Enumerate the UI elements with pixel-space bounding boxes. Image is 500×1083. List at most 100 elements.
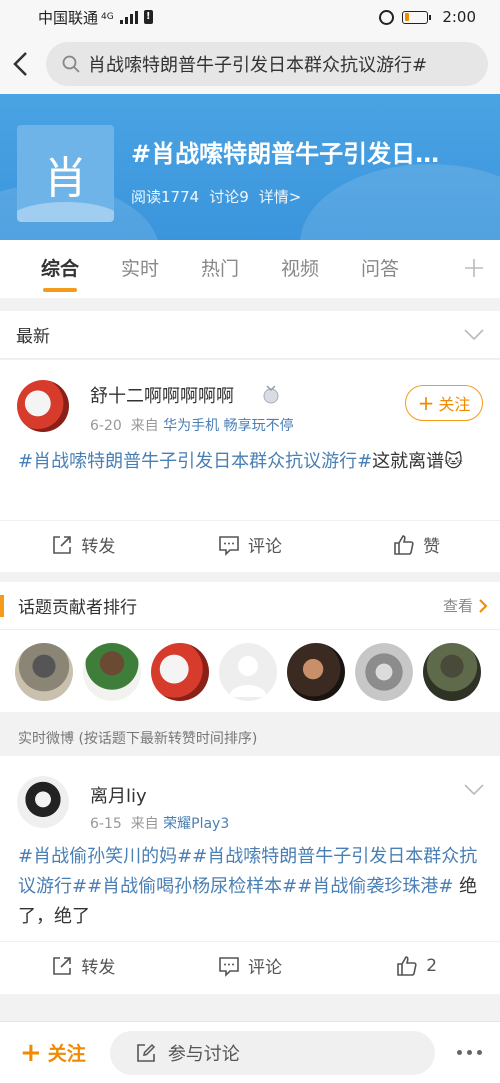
post-username[interactable]: 舒十二啊啊啊啊啊 (90, 382, 234, 408)
chevron-right-icon (479, 598, 488, 613)
follow-button[interactable]: + 关注 (405, 385, 483, 421)
carrier-label: 中国联通 (38, 8, 99, 27)
back-button[interactable] (0, 34, 40, 94)
post-date: 6-15 (90, 816, 122, 832)
tab-qa[interactable]: 问答 (340, 240, 420, 298)
cat-emoji-icon: 🐱 (444, 451, 463, 472)
contributor-avatar-3[interactable] (151, 643, 209, 701)
contributor-avatar-4[interactable] (219, 643, 277, 701)
plus-icon: + (20, 1037, 42, 1068)
post-hashtags[interactable]: #肖战偷孙笑川的妈##肖战嗦特朗普牛子引发日本群众抗议游行##肖战偷喝孙杨尿检样… (18, 846, 477, 897)
thumbs-up-icon (397, 955, 417, 976)
plus-icon: + (417, 391, 435, 415)
follow-topic-label: 关注 (47, 1043, 86, 1065)
edit-icon (137, 1043, 155, 1062)
repost-button[interactable]: 转发 (0, 521, 167, 568)
post-actions: 转发 评论 赞 (0, 520, 500, 568)
post-card: 离月liy 6-15 来自 荣耀Play3 #肖战偷孙笑川的妈##肖战嗦特朗普牛… (0, 756, 500, 994)
comment-label: 评论 (248, 958, 282, 978)
post-text: #肖战嗦特朗普牛子引发日本群众抗议游行#这就离谱🐱 (18, 447, 483, 477)
topic-details-link[interactable]: 详情> (259, 186, 302, 207)
repost-label: 转发 (81, 958, 116, 978)
latest-section-header[interactable]: 最新 (0, 311, 500, 359)
medal-icon (263, 385, 279, 404)
post-actions: 转发 评论 2 (0, 941, 500, 989)
post-source[interactable]: 华为手机 畅享玩不停 (163, 418, 293, 434)
post-meta: 6-15 来自 荣耀Play3 (90, 813, 229, 833)
topic-discussions: 讨论9 (209, 188, 249, 206)
post-source[interactable]: 荣耀Play3 (163, 816, 229, 832)
alarm-icon (379, 9, 395, 25)
tab-realtime[interactable]: 实时 (100, 240, 180, 298)
more-options-icon[interactable] (457, 1050, 482, 1055)
search-query: 肖战嗦特朗普牛子引发日本群众抗议游行# (88, 55, 428, 76)
topic-title: #肖战嗦特朗普牛子引发日… (131, 140, 440, 168)
like-button[interactable]: 赞 (333, 521, 500, 568)
contributor-avatar-2[interactable] (83, 643, 141, 701)
chevron-left-icon (13, 52, 27, 76)
topic-header: 肖 #肖战嗦特朗普牛子引发日… 阅读1774 讨论9 详情> (0, 94, 500, 240)
post-date: 6-20 (90, 418, 122, 434)
thumbs-up-icon (394, 534, 414, 555)
post-body: 这就离谱 (372, 451, 445, 472)
clock: 2:00 (442, 8, 476, 26)
repost-button[interactable]: 转发 (0, 942, 167, 989)
follow-topic-button[interactable]: + 关注 (20, 1039, 86, 1066)
chevron-down-icon[interactable] (464, 784, 484, 796)
comment-icon (219, 535, 239, 556)
topic-stats: 阅读1774 讨论9 详情> (131, 186, 301, 207)
realtime-section-label: 实时微博 (按话题下最新转赞时间排序) (0, 722, 500, 756)
like-count: 2 (426, 955, 438, 976)
contributors-avatars (0, 630, 500, 701)
join-discussion-label: 参与讨论 (167, 1043, 240, 1065)
search-header: 肖战嗦特朗普牛子引发日本群众抗议游行# (0, 34, 500, 94)
search-input[interactable]: 肖战嗦特朗普牛子引发日本群众抗议游行# (46, 42, 488, 86)
repost-icon (53, 535, 72, 554)
contributors-section: 话题贡献者排行 查看 (0, 582, 500, 712)
add-tab-icon[interactable] (464, 258, 484, 278)
contributors-header[interactable]: 话题贡献者排行 查看 (0, 582, 500, 630)
post-card: 舒十二啊啊啊啊啊 6-20 来自 华为手机 畅享玩不停 + 关注 #肖战嗦特朗普… (0, 360, 500, 572)
join-discussion-button[interactable]: 参与讨论 (109, 1030, 435, 1075)
chevron-down-icon (464, 328, 484, 340)
repost-icon (53, 956, 72, 975)
post-from-label: 来自 (130, 418, 159, 434)
avatar[interactable] (17, 380, 69, 432)
latest-section-title: 最新 (16, 327, 50, 347)
comment-label: 评论 (248, 537, 282, 557)
search-icon (62, 55, 80, 73)
battery-icon (402, 10, 432, 24)
post-text: #肖战偷孙笑川的妈##肖战嗦特朗普牛子引发日本群众抗议游行##肖战偷喝孙杨尿检样… (18, 842, 483, 932)
tab-hot[interactable]: 热门 (180, 240, 260, 298)
follow-label: 关注 (438, 395, 471, 414)
contributors-more-label: 查看 (442, 597, 473, 615)
contributors-more-link[interactable]: 查看 (443, 595, 488, 616)
tab-video[interactable]: 视频 (260, 240, 340, 298)
status-bar: 中国联通 4G ! 2:00 (0, 0, 500, 34)
post-username[interactable]: 离月liy (90, 782, 147, 808)
network-label: 4G (101, 11, 114, 22)
comment-button[interactable]: 评论 (167, 521, 334, 568)
accent-bar (0, 594, 4, 617)
like-label: 赞 (423, 537, 441, 557)
signal-icon (119, 10, 138, 24)
topic-thumbnail-char: 肖 (43, 152, 88, 204)
notification-icon: ! (143, 10, 153, 24)
bottom-bar: + 关注 参与讨论 (0, 1021, 500, 1083)
comment-icon (219, 956, 239, 977)
contributor-avatar-7[interactable] (423, 643, 481, 701)
contributor-avatar-1[interactable] (15, 643, 73, 701)
topic-reads: 阅读1774 (131, 188, 200, 206)
post-meta: 6-20 来自 华为手机 畅享玩不停 (90, 415, 294, 435)
contributor-avatar-6[interactable] (355, 643, 413, 701)
tab-comprehensive[interactable]: 综合 (20, 240, 100, 298)
post-hashtag[interactable]: #肖战嗦特朗普牛子引发日本群众抗议游行# (18, 451, 372, 472)
contributors-title: 话题贡献者排行 (18, 598, 137, 618)
contributor-avatar-5[interactable] (287, 643, 345, 701)
avatar[interactable] (17, 776, 69, 828)
repost-label: 转发 (81, 537, 116, 557)
like-button[interactable]: 2 (333, 942, 500, 989)
tab-bar: 综合 实时 热门 视频 问答 (0, 240, 500, 298)
default-avatar-icon (229, 656, 267, 697)
comment-button[interactable]: 评论 (167, 942, 334, 989)
